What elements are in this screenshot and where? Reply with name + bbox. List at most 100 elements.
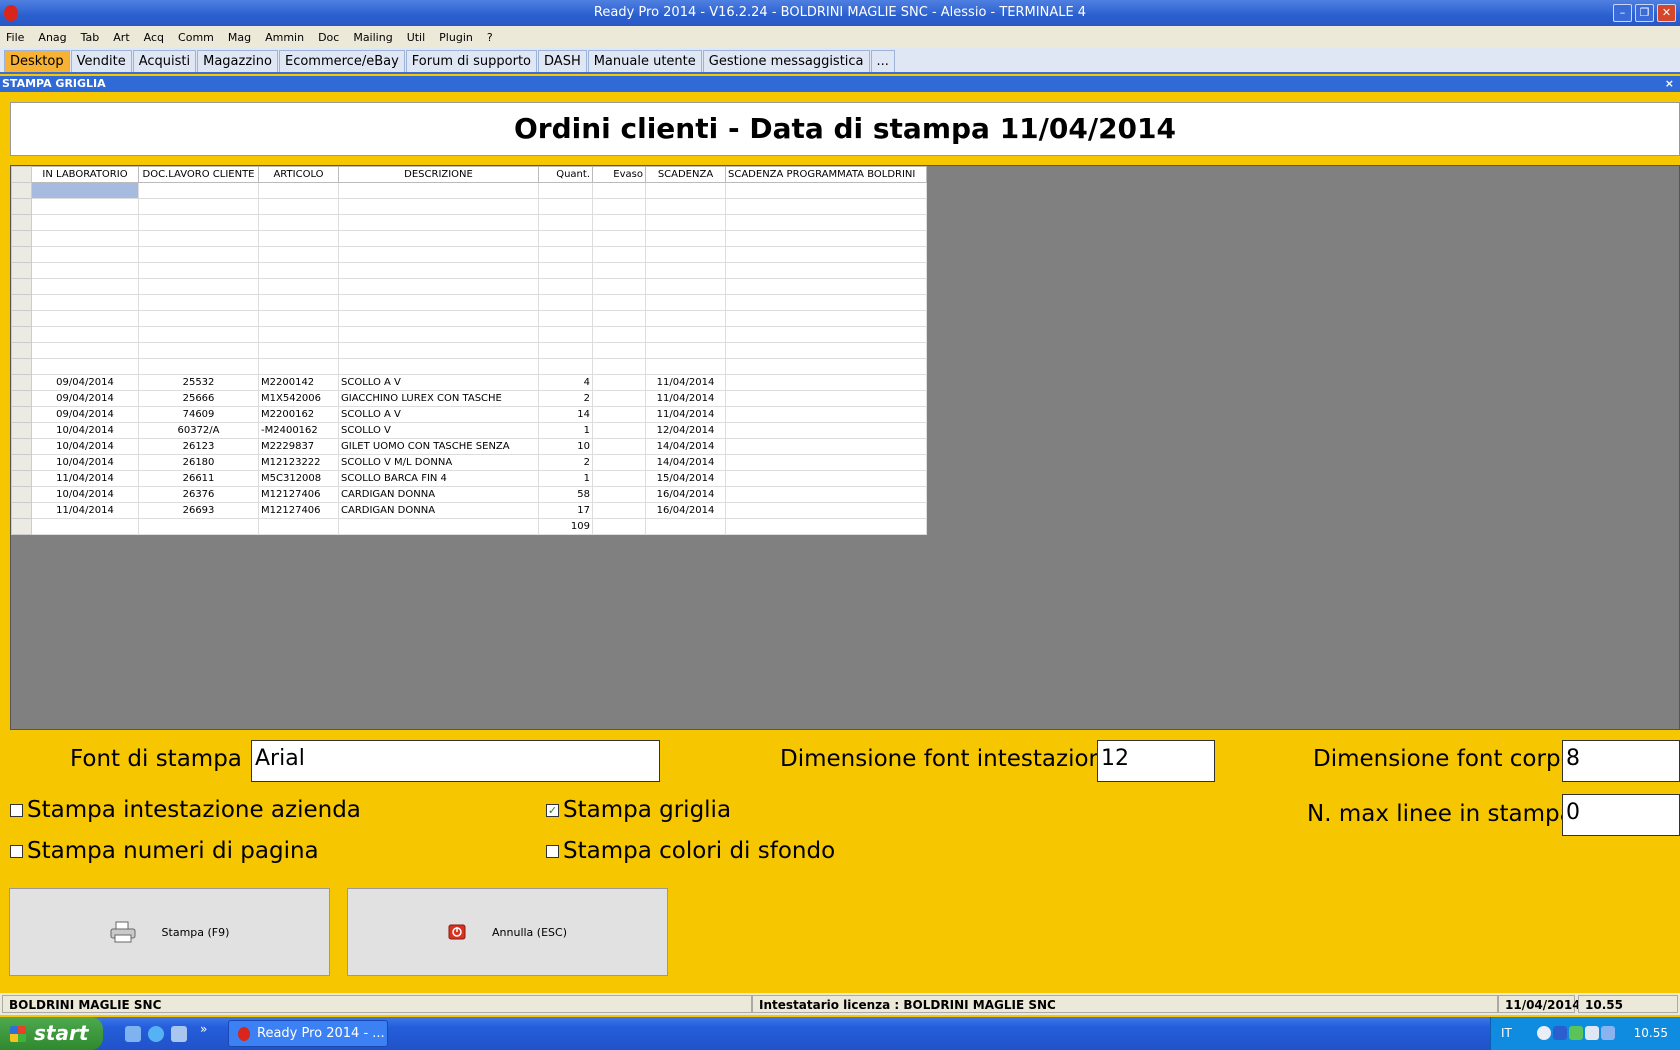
grid-cell[interactable]	[725, 342, 927, 359]
grid-cell[interactable]	[258, 358, 339, 375]
grid-cell[interactable]	[538, 182, 593, 199]
grid-cell[interactable]: 11/04/2014	[645, 390, 726, 407]
grid-cell[interactable]	[538, 246, 593, 263]
grid-cell[interactable]	[338, 310, 539, 327]
tab-messaggistica[interactable]: Gestione messaggistica	[702, 50, 870, 72]
grid-cell[interactable]	[258, 230, 339, 247]
grid-cell[interactable]: M12127406	[258, 502, 339, 519]
tab-acquisti[interactable]: Acquisti	[132, 50, 197, 72]
grid-cell[interactable]	[338, 342, 539, 359]
header-size-field[interactable]: 12	[1097, 740, 1215, 782]
grid-cell[interactable]	[725, 198, 927, 215]
max-lines-field[interactable]: 0	[1562, 794, 1680, 836]
grid-cell[interactable]	[138, 198, 259, 215]
row-header[interactable]	[11, 230, 32, 247]
row-header[interactable]	[11, 502, 32, 519]
grid-cell[interactable]	[538, 198, 593, 215]
grid-cell[interactable]: 25666	[138, 390, 259, 407]
minimize-button[interactable]: –	[1613, 4, 1632, 22]
grid-cell[interactable]	[725, 262, 927, 279]
grid-cell[interactable]	[725, 502, 927, 519]
grid-cell[interactable]	[645, 246, 726, 263]
grid-cell[interactable]	[31, 294, 139, 311]
grid-cell[interactable]	[138, 326, 259, 343]
grid-cell[interactable]: 15/04/2014	[645, 470, 726, 487]
checkbox-stampa-griglia[interactable]: ✓ Stampa griglia	[546, 797, 731, 823]
menu-util[interactable]: Util	[407, 31, 425, 44]
grid-cell[interactable]	[592, 406, 646, 423]
grid-cell[interactable]	[138, 262, 259, 279]
menu-mailing[interactable]: Mailing	[353, 31, 392, 44]
table-row[interactable]: 09/04/2014 74609 M2200162 SCOLLO A V 14 11/04…	[11, 406, 927, 423]
grid-cell[interactable]: 26123	[138, 438, 259, 455]
row-header[interactable]	[11, 310, 32, 327]
grid-cell[interactable]: CARDIGAN DONNA	[338, 502, 539, 519]
row-header[interactable]	[11, 182, 32, 199]
grid-cell[interactable]	[338, 198, 539, 215]
grid-cell[interactable]: 12/04/2014	[645, 422, 726, 439]
empty-row[interactable]	[11, 326, 927, 343]
menu-ammin[interactable]: Ammin	[265, 31, 304, 44]
empty-row[interactable]	[11, 246, 927, 263]
grid-cell[interactable]	[725, 438, 927, 455]
show-desktop-icon[interactable]	[125, 1026, 141, 1042]
grid-cell[interactable]	[538, 310, 593, 327]
grid-cell[interactable]	[592, 182, 646, 199]
empty-row[interactable]	[11, 198, 927, 215]
row-header[interactable]	[11, 454, 32, 471]
grid-cell[interactable]	[31, 310, 139, 327]
grid-cell[interactable]: 1	[538, 470, 593, 487]
grid-cell[interactable]: 09/04/2014	[31, 374, 139, 391]
tab-desktop[interactable]: Desktop	[4, 50, 70, 72]
grid-cell[interactable]	[725, 214, 927, 231]
grid-cell[interactable]	[592, 278, 646, 295]
empty-row[interactable]	[11, 358, 927, 375]
row-header[interactable]	[11, 262, 32, 279]
table-row[interactable]: 10/04/2014 26376 M12127406 CARDIGAN DONNA 58…	[11, 486, 927, 503]
menu-tab[interactable]: Tab	[81, 31, 100, 44]
menu-doc[interactable]: Doc	[318, 31, 339, 44]
empty-row[interactable]	[11, 262, 927, 279]
row-header[interactable]	[11, 390, 32, 407]
row-header[interactable]	[11, 246, 32, 263]
quicklaunch-chevron-icon[interactable]: »	[200, 1022, 207, 1036]
table-row[interactable]: 09/04/2014 25532 M2200142 SCOLLO A V 4 11/04/…	[11, 374, 927, 391]
grid-cell[interactable]	[592, 262, 646, 279]
grid-cell[interactable]	[725, 326, 927, 343]
table-row[interactable]: 10/04/2014 26180 M12123222 SCOLLO V M/L DON…	[11, 454, 927, 471]
grid-cell[interactable]	[645, 294, 726, 311]
grid-cell[interactable]: SCOLLO V M/L DONNA	[338, 454, 539, 471]
grid-cell[interactable]	[725, 374, 927, 391]
grid-cell[interactable]	[31, 342, 139, 359]
grid-cell[interactable]: M2200162	[258, 406, 339, 423]
close-window-button[interactable]: ✕	[1657, 4, 1676, 22]
grid-cell[interactable]	[645, 182, 726, 199]
grid-cell[interactable]	[258, 310, 339, 327]
grid-cell[interactable]	[592, 390, 646, 407]
grid-cell[interactable]	[645, 278, 726, 295]
row-header[interactable]	[11, 406, 32, 423]
empty-row[interactable]	[11, 214, 927, 231]
checkbox-box[interactable]	[10, 803, 23, 817]
grid-cell[interactable]	[592, 246, 646, 263]
grid-cell[interactable]	[338, 518, 539, 535]
grid-cell[interactable]: M5C312008	[258, 470, 339, 487]
grid-cell[interactable]: M1X542006	[258, 390, 339, 407]
grid-cell[interactable]	[31, 214, 139, 231]
grid-cell[interactable]	[725, 422, 927, 439]
grid-cell[interactable]	[725, 358, 927, 375]
grid-cell[interactable]	[592, 310, 646, 327]
grid-cell[interactable]	[538, 262, 593, 279]
grid-cell[interactable]	[338, 262, 539, 279]
grid-cell[interactable]: SCOLLO BARCA FIN 4	[338, 470, 539, 487]
column-header[interactable]: SCADENZA PROGRAMMATA BOLDRINI	[725, 166, 927, 183]
grid-cell[interactable]	[31, 358, 139, 375]
tab-magazzino[interactable]: Magazzino	[197, 50, 278, 72]
grid-cell[interactable]	[725, 486, 927, 503]
grid-cell[interactable]: 74609	[138, 406, 259, 423]
tray-network-icon[interactable]	[1553, 1026, 1567, 1040]
row-header[interactable]	[11, 278, 32, 295]
grid-cell[interactable]	[725, 310, 927, 327]
menu-plugin[interactable]: Plugin	[439, 31, 473, 44]
column-header[interactable]: Evaso	[592, 166, 646, 183]
